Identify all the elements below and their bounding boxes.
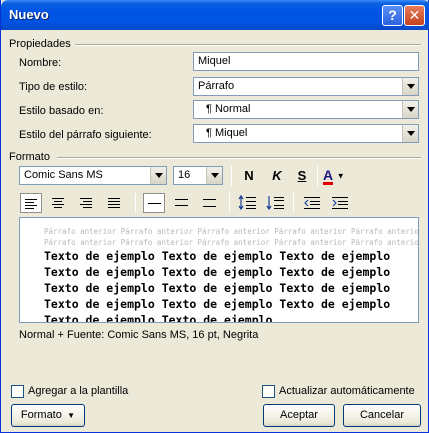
- auto-update-checkbox[interactable]: [262, 385, 275, 398]
- line-spacing-one-half-button[interactable]: [171, 193, 193, 213]
- based-on-value: ¶ Normal: [206, 103, 251, 115]
- name-field[interactable]: Miquel: [193, 52, 419, 71]
- format-menu-button[interactable]: Formato ▼: [11, 404, 85, 427]
- justify-button[interactable]: [103, 193, 125, 213]
- toolbar-separator: [293, 193, 294, 213]
- align-center-button[interactable]: [47, 193, 69, 213]
- align-right-button[interactable]: [75, 193, 97, 213]
- style-preview: Párrafo anterior Párrafo anterior Párraf…: [19, 217, 419, 323]
- add-to-template-checkbox[interactable]: [11, 385, 24, 398]
- accept-button[interactable]: Aceptar: [263, 404, 335, 427]
- space-before-icon: [238, 194, 256, 211]
- chevron-down-icon[interactable]: [402, 125, 418, 142]
- chevron-down-icon[interactable]: [402, 101, 418, 118]
- chevron-down-icon[interactable]: [402, 78, 418, 95]
- new-style-dialog: Nuevo ? ✕ Propiedades Nombre: Miquel Tip…: [0, 0, 429, 433]
- increase-indent-button[interactable]: [329, 193, 351, 213]
- underline-icon: S: [297, 168, 307, 183]
- next-style-select[interactable]: ¶ Miquel: [193, 124, 419, 143]
- style-type-select[interactable]: Párrafo: [193, 77, 419, 96]
- help-button[interactable]: ?: [382, 5, 403, 26]
- format-heading: Formato: [9, 151, 50, 163]
- style-description: Normal + Fuente: Comic Sans MS, 16 pt, N…: [19, 329, 259, 341]
- chevron-down-icon[interactable]: ▼: [337, 172, 345, 181]
- align-left-button[interactable]: [20, 193, 42, 213]
- space-before-decrease-button[interactable]: [265, 193, 287, 213]
- auto-update-label[interactable]: Actualizar automáticamente: [279, 385, 415, 397]
- toolbar-separator: [135, 193, 136, 213]
- font-size-value: 16: [178, 169, 191, 181]
- close-button[interactable]: ✕: [404, 5, 425, 26]
- increase-indent-icon: [332, 197, 348, 209]
- font-color-icon: A: [323, 167, 334, 185]
- next-style-value: ¶ Miquel: [206, 127, 248, 139]
- sample-text-line: Texto de ejemplo Texto de ejemplo: [44, 313, 273, 323]
- properties-divider: [75, 44, 421, 46]
- line-spacing-double-button[interactable]: [199, 193, 221, 213]
- dialog-title: Nuevo: [9, 7, 49, 22]
- chevron-down-icon[interactable]: [206, 167, 222, 184]
- add-to-template-label[interactable]: Agregar a la plantilla: [28, 385, 128, 397]
- chevron-down-icon[interactable]: [150, 167, 166, 184]
- based-on-select[interactable]: ¶ Normal: [193, 100, 419, 119]
- italic-icon: K: [272, 168, 282, 183]
- font-color-button[interactable]: A ▼: [323, 166, 353, 186]
- based-on-label: Estilo basado en:: [19, 105, 104, 117]
- name-label: Nombre:: [19, 57, 62, 69]
- previous-paragraph-line: Párrafo anterior Párrafo anterior Párraf…: [44, 227, 419, 236]
- font-value: Comic Sans MS: [24, 169, 103, 181]
- toolbar-separator: [317, 166, 318, 186]
- format-menu-label: Formato: [20, 409, 62, 421]
- toolbar-separator: [231, 166, 232, 186]
- close-icon: ✕: [408, 7, 421, 23]
- format-divider: [57, 157, 421, 159]
- decrease-indent-button[interactable]: [301, 193, 323, 213]
- space-after-icon: [266, 196, 284, 211]
- font-select[interactable]: Comic Sans MS: [19, 166, 167, 185]
- sample-text-line: Texto de ejemplo Texto de ejemplo Texto …: [44, 265, 391, 279]
- style-type-value: Párrafo: [198, 80, 235, 92]
- previous-paragraph-line: Párrafo anterior Párrafo anterior Párraf…: [44, 238, 419, 247]
- decrease-indent-icon: [304, 197, 320, 209]
- style-type-label: Tipo de estilo:: [19, 81, 88, 93]
- toolbar-separator: [229, 193, 230, 213]
- font-size-select[interactable]: 16: [173, 166, 223, 185]
- underline-button[interactable]: S: [292, 166, 312, 186]
- sample-text-line: Texto de ejemplo Texto de ejemplo Texto …: [44, 297, 391, 311]
- sample-text-line: Texto de ejemplo Texto de ejemplo Texto …: [44, 281, 391, 295]
- bold-button[interactable]: N: [239, 166, 259, 186]
- help-icon: ?: [388, 7, 397, 23]
- bold-icon: N: [244, 168, 254, 183]
- sample-text-line: Texto de ejemplo Texto de ejemplo Texto …: [44, 249, 391, 263]
- title-bar: Nuevo ? ✕: [1, 0, 429, 30]
- chevron-down-icon: ▼: [64, 411, 76, 420]
- italic-button[interactable]: K: [267, 166, 287, 186]
- next-style-label: Estilo del párrafo siguiente:: [19, 129, 152, 141]
- line-spacing-single-button[interactable]: [143, 193, 165, 213]
- cancel-button[interactable]: Cancelar: [343, 404, 421, 427]
- space-before-increase-button[interactable]: [237, 193, 259, 213]
- properties-heading: Propiedades: [9, 38, 71, 50]
